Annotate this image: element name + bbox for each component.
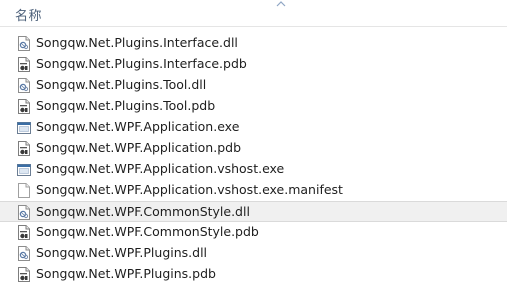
column-header-name[interactable]: 名称 <box>15 5 42 24</box>
file-row[interactable]: Songqw.Net.Plugins.Tool.pdb <box>0 96 507 117</box>
file-row[interactable]: Songqw.Net.WPF.Plugins.dll <box>0 243 507 264</box>
file-row[interactable]: Songqw.Net.Plugins.Interface.dll <box>0 33 507 54</box>
file-name: Songqw.Net.Plugins.Interface.pdb <box>36 56 247 71</box>
dll-file-icon <box>17 205 31 220</box>
dll-file-icon <box>17 78 31 93</box>
column-header[interactable]: 名称 <box>0 0 507 27</box>
file-name: Songqw.Net.WPF.Application.vshost.exe.ma… <box>36 182 343 197</box>
file-name: Songqw.Net.WPF.Plugins.dll <box>36 245 208 260</box>
file-row[interactable]: Songqw.Net.WPF.Application.pdb <box>0 138 507 159</box>
file-list: Songqw.Net.Plugins.Interface.dll Songqw.N… <box>0 33 507 285</box>
dll-file-icon <box>17 246 31 261</box>
exe-file-icon <box>17 120 31 135</box>
file-name: Songqw.Net.WPF.CommonStyle.dll <box>36 204 250 219</box>
file-name: Songqw.Net.Plugins.Tool.dll <box>36 77 207 92</box>
file-name: Songqw.Net.Plugins.Tool.pdb <box>36 98 216 113</box>
pdb-file-icon <box>17 225 31 240</box>
file-row[interactable]: Songqw.Net.WPF.CommonStyle.dll <box>0 201 507 222</box>
file-name: Songqw.Net.WPF.Application.vshost.exe <box>36 161 285 176</box>
exe-file-icon <box>17 162 31 177</box>
pdb-file-icon <box>17 267 31 282</box>
file-row[interactable]: Songqw.Net.WPF.Application.exe <box>0 117 507 138</box>
file-name: Songqw.Net.Plugins.Interface.dll <box>36 35 238 50</box>
file-row[interactable]: Songqw.Net.WPF.Plugins.pdb <box>0 264 507 285</box>
file-row[interactable]: Songqw.Net.WPF.CommonStyle.pdb <box>0 222 507 243</box>
file-row[interactable]: Songqw.Net.Plugins.Tool.dll <box>0 75 507 96</box>
file-name: Songqw.Net.WPF.CommonStyle.pdb <box>36 224 259 239</box>
file-name: Songqw.Net.WPF.Application.pdb <box>36 140 242 155</box>
file-row[interactable]: Songqw.Net.WPF.Application.vshost.exe <box>0 159 507 180</box>
file-row[interactable]: Songqw.Net.Plugins.Interface.pdb <box>0 54 507 75</box>
file-name: Songqw.Net.WPF.Plugins.pdb <box>36 266 216 281</box>
blank-file-icon <box>17 183 31 198</box>
file-name: Songqw.Net.WPF.Application.exe <box>36 119 240 134</box>
sort-ascending-icon <box>276 1 286 7</box>
file-row[interactable]: Songqw.Net.WPF.Application.vshost.exe.ma… <box>0 180 507 201</box>
dll-file-icon <box>17 36 31 51</box>
pdb-file-icon <box>17 99 31 114</box>
pdb-file-icon <box>17 57 31 72</box>
pdb-file-icon <box>17 141 31 156</box>
